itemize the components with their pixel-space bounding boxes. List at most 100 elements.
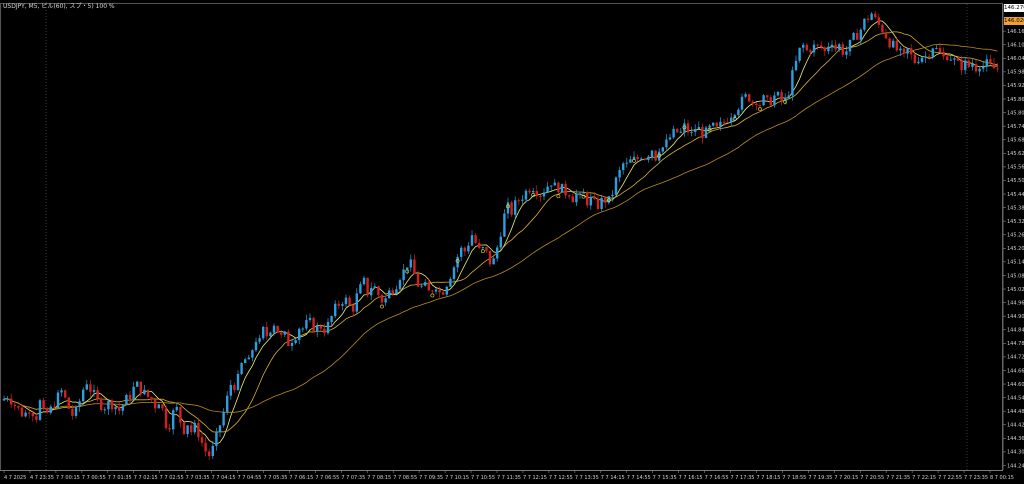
candle-body [863, 18, 866, 30]
chart-title: USDJPY, M5, ピル(60), スプ・5) 100 % [3, 3, 115, 10]
candle-body [938, 47, 942, 53]
time-tick-label: 7 7 04:55 [238, 475, 262, 481]
candle-body [265, 326, 268, 337]
bid-price-box: 146.270 [1004, 4, 1024, 12]
candle-body [470, 235, 474, 246]
candle-body [474, 235, 477, 243]
candle-body [341, 304, 344, 306]
candle-body [560, 183, 564, 193]
candle-body [766, 95, 769, 98]
candle-body [982, 66, 985, 69]
candle-body [751, 101, 754, 104]
candle-body [686, 123, 690, 133]
candle-body [758, 105, 762, 107]
candle-body [452, 267, 456, 279]
time-tick-label: 7 7 21:35 [886, 475, 910, 481]
candle-body [910, 48, 913, 55]
candle-body [499, 236, 502, 248]
candle-body [395, 289, 398, 294]
candle-body [114, 407, 117, 410]
candle-body [755, 103, 758, 106]
price-tick-label: 145.020 [1007, 287, 1024, 293]
price-tick-label: 145.080 [1007, 273, 1024, 279]
signal-marker [430, 293, 435, 298]
candle-body [946, 56, 949, 61]
candle-body [722, 121, 726, 123]
time-tick-label: 7 7 08:15 [367, 475, 391, 481]
price-tick-label: 144.240 [1007, 463, 1024, 469]
candle-body [359, 284, 362, 294]
candle-body [888, 38, 891, 48]
time-tick-label: 7 7 00:15 [56, 475, 80, 481]
candle-body [438, 289, 441, 293]
candle-body [582, 192, 585, 194]
candle-body [391, 290, 394, 294]
candle-body [546, 186, 549, 193]
price-tick-label: 144.420 [1007, 423, 1024, 429]
time-tick-label: 7 7 12:55 [549, 475, 573, 481]
candle-body [240, 363, 243, 374]
candle-body [539, 196, 542, 198]
price-tick-label: 144.720 [1007, 355, 1024, 361]
candle-body [305, 319, 308, 329]
candle-body [514, 200, 517, 215]
candle-body [985, 59, 988, 67]
candle-body [661, 147, 664, 152]
candle-body [208, 451, 211, 457]
candle-body [920, 57, 924, 62]
time-axis[interactable]: 4 7 2025 4 7 23:35 7 7 00:15 7 7 00:55 7 7 0… [0, 470, 1014, 481]
time-tick-label: 7 7 10:15 [445, 475, 469, 481]
candle-body [848, 39, 852, 52]
candle-body [974, 64, 978, 72]
price-tick-label: 144.360 [1007, 436, 1024, 442]
candle-body [128, 394, 132, 400]
candle-body [74, 407, 78, 416]
candle-body [668, 137, 672, 140]
candle-body [251, 350, 254, 358]
candle-body [550, 185, 553, 187]
time-tick-label: 7 7 15:35 [653, 475, 677, 481]
candle-body [931, 48, 934, 57]
candle-body [366, 277, 369, 296]
price-tick-label: 144.480 [1007, 409, 1024, 415]
candle-body [370, 288, 373, 296]
candle-body [924, 56, 927, 58]
price-chart[interactable]: 146.160 146.100 146.040 145.980 145.920 145.8… [0, 0, 1024, 484]
candle-body [679, 131, 682, 133]
candle-body [802, 44, 805, 48]
candle-body [658, 151, 661, 161]
candle-body [816, 44, 819, 46]
candle-body [586, 192, 589, 206]
candle-body [780, 91, 783, 101]
candle-body [694, 129, 697, 132]
candle-body [236, 373, 240, 391]
candle-body [823, 47, 826, 52]
chart-window[interactable]: 146.160 146.100 146.040 145.980 145.920 145.8… [0, 0, 1024, 484]
candle-body [204, 442, 207, 452]
candle-body [996, 68, 999, 70]
candle-body [967, 60, 970, 67]
candle-body [683, 123, 686, 132]
time-tick-label: 7 7 04:15 [212, 475, 236, 481]
candle-body [132, 386, 135, 400]
candle-body [64, 390, 67, 398]
candle-body [100, 398, 103, 410]
time-tick-label: 7 7 07:35 [341, 475, 365, 481]
candle-body [406, 267, 409, 270]
candle-body [427, 282, 430, 291]
price-tick-label: 145.800 [1007, 110, 1024, 116]
candle-body [294, 340, 297, 344]
time-tick-label: 7 7 17:35 [731, 475, 755, 481]
candle-body [334, 303, 337, 317]
candle-body [416, 273, 420, 287]
candle-body [226, 395, 229, 412]
candle-body [247, 357, 250, 360]
candle-body [870, 13, 873, 20]
candle-body [193, 422, 196, 433]
price-tick-label: 145.260 [1007, 233, 1024, 239]
candle-body [578, 193, 582, 195]
price-axis[interactable]: 146.160 146.100 146.040 145.980 145.920 145.8… [1002, 4, 1024, 470]
candle-body [776, 91, 780, 96]
candle-body [715, 122, 718, 127]
price-tick-label: 145.500 [1007, 178, 1024, 184]
